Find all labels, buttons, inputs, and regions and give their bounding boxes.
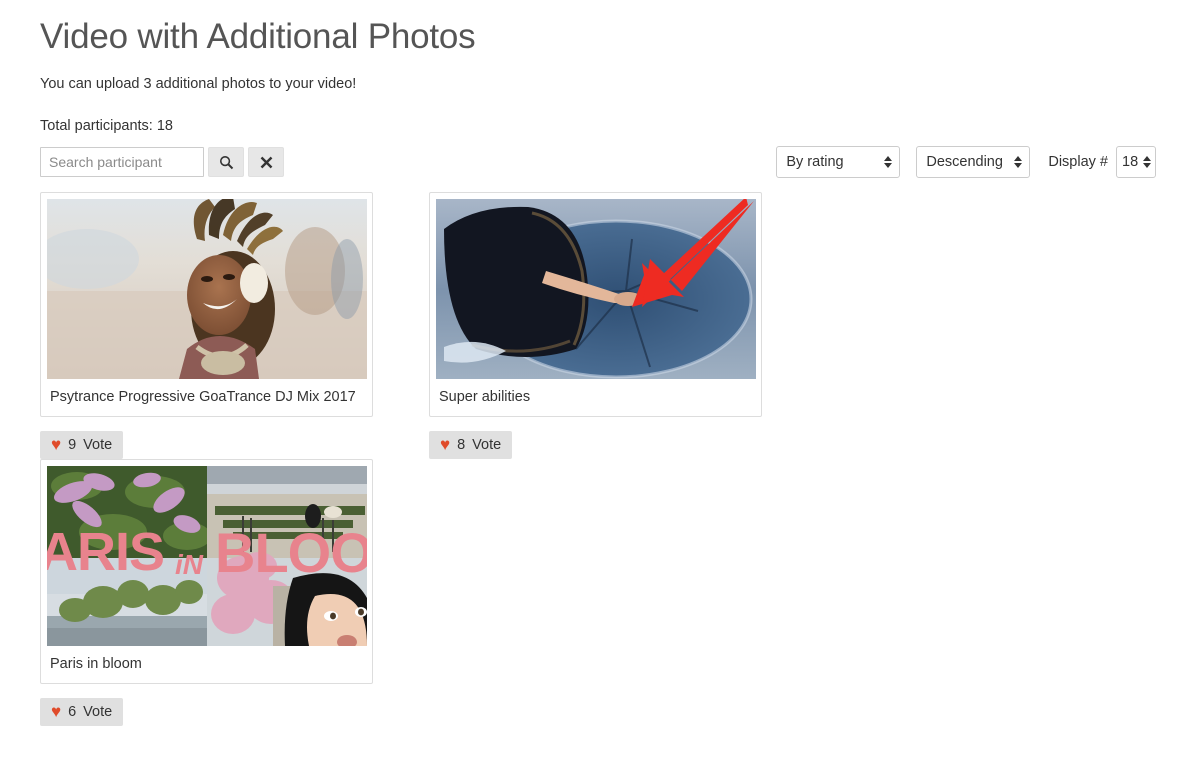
svg-text:BLOO: BLOO bbox=[215, 521, 367, 584]
vote-label: Vote bbox=[472, 437, 502, 453]
thumbnail-paris-in-bloom-collage[interactable]: ARIS iN BLOO bbox=[47, 466, 367, 646]
grid-column: Super abilities ♥ 8 Vote bbox=[429, 192, 818, 459]
heart-icon: ♥ bbox=[51, 435, 62, 454]
vote-label: Vote bbox=[83, 704, 113, 720]
search-icon bbox=[219, 155, 234, 170]
sort-by-select[interactable]: By rating bbox=[776, 146, 901, 178]
search-group bbox=[40, 147, 284, 177]
sort-by-value: By rating bbox=[786, 154, 844, 170]
participant-title: Psytrance Progressive GoaTrance DJ Mix 2… bbox=[50, 389, 356, 405]
stepper-arrows-icon bbox=[884, 155, 893, 169]
row-separator bbox=[40, 726, 1156, 757]
thumbnail-woman-feather-headdress-desert[interactable] bbox=[47, 199, 367, 379]
vote-button[interactable]: ♥ 8 Vote bbox=[429, 431, 513, 459]
participant-item: ARIS iN BLOO Paris in bloom ♥ 6 Vote bbox=[40, 459, 373, 726]
heart-icon: ♥ bbox=[51, 702, 62, 721]
thumbnail-hooded-figure-on-blue-ice-with-red-arrow[interactable] bbox=[436, 199, 756, 379]
sort-order-select[interactable]: Descending bbox=[916, 146, 1031, 178]
sort-controls: By rating Descending Display # 18 bbox=[776, 145, 1156, 179]
page-subtitle: You can upload 3 additional photos to yo… bbox=[40, 76, 357, 92]
vote-count: 8 bbox=[457, 437, 466, 453]
display-count-value: 18 bbox=[1122, 154, 1139, 170]
filter-toolbar: By rating Descending Display # 18 bbox=[0, 145, 1196, 179]
svg-text:iN: iN bbox=[175, 549, 204, 580]
display-count-select[interactable]: 18 bbox=[1116, 146, 1156, 178]
participant-card[interactable]: Super abilities bbox=[429, 192, 762, 417]
search-button[interactable] bbox=[208, 147, 244, 177]
heart-icon: ♥ bbox=[440, 435, 451, 454]
participants-grid: Psytrance Progressive GoaTrance DJ Mix 2… bbox=[0, 192, 1196, 757]
participant-title: Super abilities bbox=[439, 389, 531, 405]
page-title: Video with Additional Photos bbox=[40, 17, 476, 56]
stepper-arrows-icon bbox=[1014, 155, 1023, 169]
grid-column: ARIS iN BLOO Paris in bloom ♥ 6 Vote bbox=[40, 459, 429, 726]
stepper-arrows-icon bbox=[1143, 155, 1151, 169]
vote-button[interactable]: ♥ 9 Vote bbox=[40, 431, 124, 459]
display-count-label: Display # bbox=[1048, 154, 1108, 170]
sort-order-value: Descending bbox=[926, 154, 1003, 170]
close-icon bbox=[260, 156, 273, 169]
svg-text:ARIS: ARIS bbox=[47, 522, 164, 582]
participant-title: Paris in bloom bbox=[50, 656, 142, 672]
vote-count: 9 bbox=[68, 437, 77, 453]
clear-search-button[interactable] bbox=[248, 147, 284, 177]
participant-item: Super abilities ♥ 8 Vote bbox=[429, 192, 762, 459]
vote-count: 6 bbox=[68, 704, 77, 720]
grid-column: Psytrance Progressive GoaTrance DJ Mix 2… bbox=[40, 192, 429, 459]
total-participants-label: Total participants: 18 bbox=[40, 118, 173, 134]
participant-item: Psytrance Progressive GoaTrance DJ Mix 2… bbox=[40, 192, 373, 459]
participant-card[interactable]: Psytrance Progressive GoaTrance DJ Mix 2… bbox=[40, 192, 373, 417]
search-input[interactable] bbox=[40, 147, 204, 177]
vote-label: Vote bbox=[83, 437, 113, 453]
participants-page: Video with Additional Photos You can upl… bbox=[0, 0, 1196, 757]
participant-card[interactable]: ARIS iN BLOO Paris in bloom bbox=[40, 459, 373, 684]
vote-button[interactable]: ♥ 6 Vote bbox=[40, 698, 124, 726]
